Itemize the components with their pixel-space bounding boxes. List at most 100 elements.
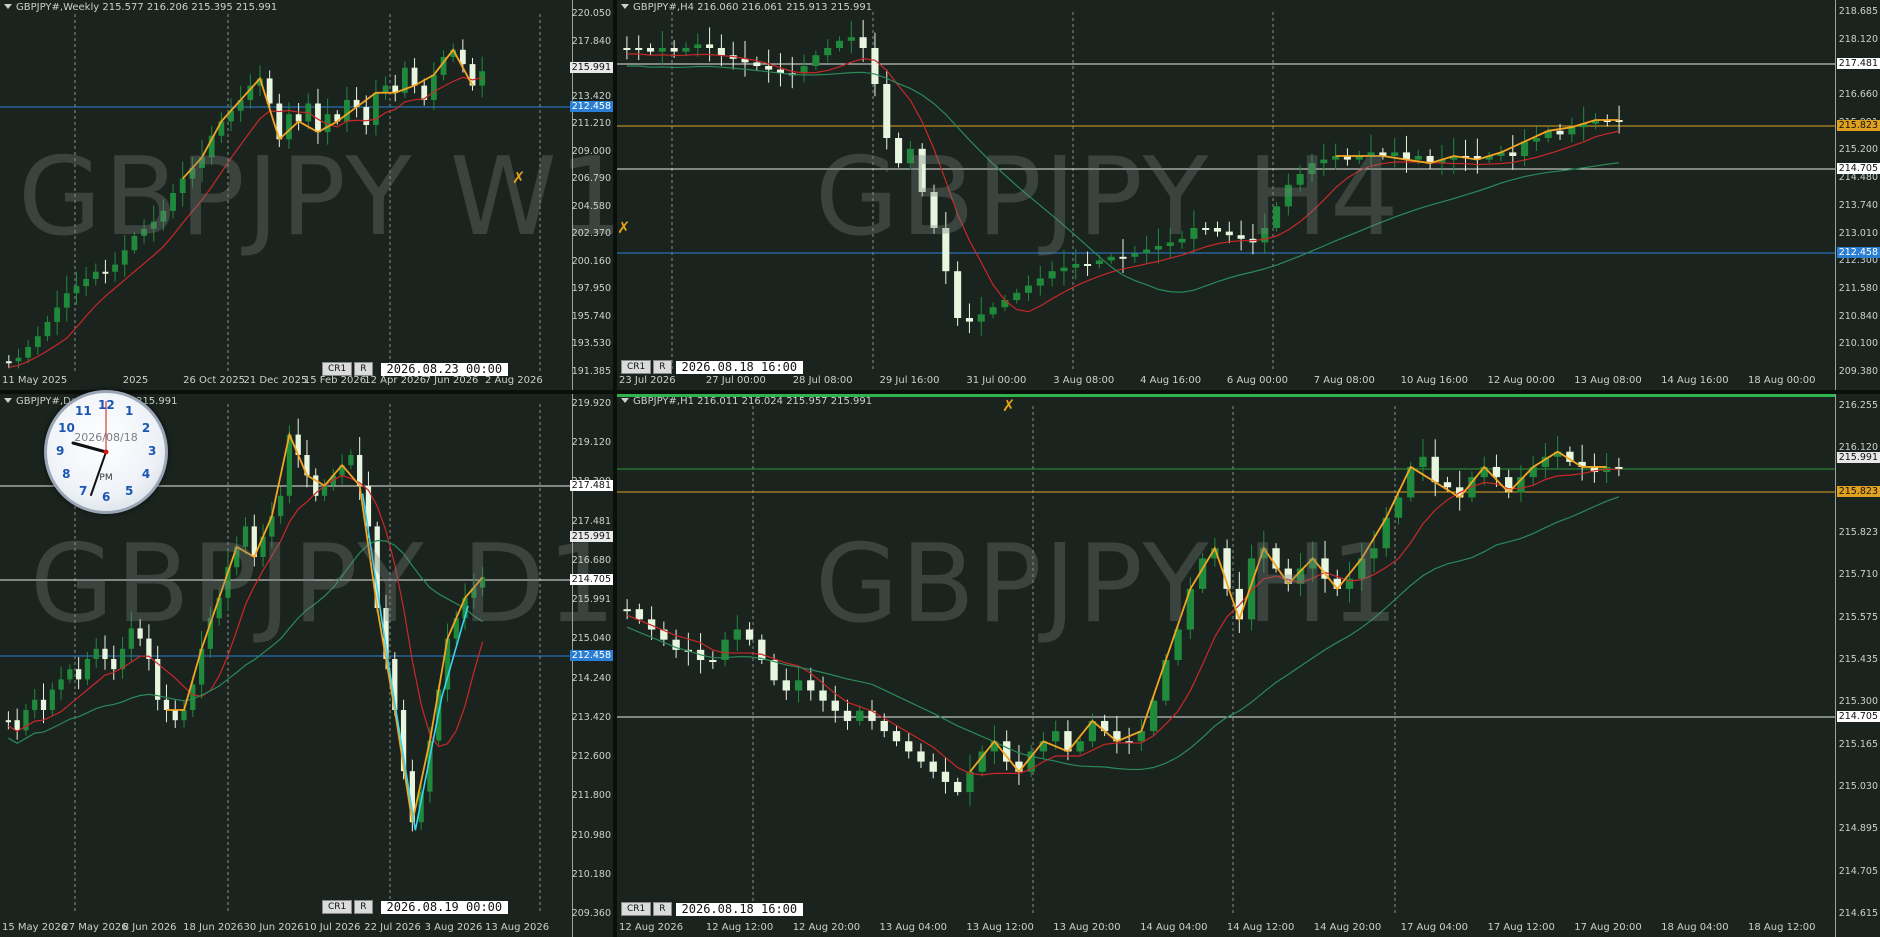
candle xyxy=(1202,228,1210,230)
chart-panel-h1[interactable]: GBPJPY H1 GBPJPY#,H1 216.011 216.024 215… xyxy=(617,394,1880,937)
time-label: 18 Aug 04:00 xyxy=(1661,922,1729,933)
candle xyxy=(1509,152,1517,156)
candle xyxy=(344,99,350,122)
chart-canvas-h4[interactable] xyxy=(617,0,1880,390)
date-label-w1[interactable]: 2026.08.23 00:00 xyxy=(380,362,509,376)
candle xyxy=(5,361,12,364)
price-label: 210.180 xyxy=(571,868,611,880)
r-button[interactable]: R xyxy=(653,360,672,374)
chart-panel-h4[interactable]: GBPJPY H4 GBPJPY#,H4 216.060 216.061 215… xyxy=(617,0,1880,390)
candle xyxy=(459,49,466,65)
moving-average-red xyxy=(8,76,483,368)
candle xyxy=(121,250,128,265)
time-label: 31 Jul 00:00 xyxy=(966,375,1027,386)
date-label-d1[interactable]: 2026.08.19 00:00 xyxy=(380,900,509,914)
price-tag-current: 215.991 xyxy=(569,531,613,542)
candle xyxy=(92,271,99,279)
candle xyxy=(1024,285,1033,293)
candle xyxy=(1131,253,1139,257)
time-label: 17 Aug 12:00 xyxy=(1487,922,1555,933)
candle xyxy=(102,648,108,659)
candle xyxy=(843,710,852,721)
candle xyxy=(966,771,974,793)
candle xyxy=(819,690,827,701)
candle xyxy=(172,710,178,721)
time-label: 15 May 2026 xyxy=(2,922,68,933)
candle xyxy=(623,48,631,50)
candle xyxy=(54,307,61,322)
candle xyxy=(73,286,80,294)
r-button[interactable]: R xyxy=(653,902,672,916)
candle xyxy=(1296,174,1304,185)
time-label: 12 Aug 20:00 xyxy=(792,922,861,933)
moving-average-red xyxy=(8,474,484,748)
cr1-button[interactable]: CR1 xyxy=(621,902,652,916)
price-label: 214.240 xyxy=(571,672,611,684)
price-label: 191.385 xyxy=(571,366,611,377)
candle xyxy=(1284,184,1292,207)
chart-controls-d1: CR1 R 2026.08.19 00:00 xyxy=(322,900,509,914)
candle xyxy=(1333,578,1341,589)
candle xyxy=(1190,228,1198,239)
candle xyxy=(942,228,950,272)
candle xyxy=(1143,249,1151,254)
candle xyxy=(411,67,418,86)
date-label-h1[interactable]: 2026.08.18 16:00 xyxy=(675,902,804,916)
candle xyxy=(1213,228,1222,232)
candle xyxy=(794,680,803,691)
candle xyxy=(1048,271,1056,279)
chart-controls-w1: CR1 R 2026.08.23 00:00 xyxy=(322,362,509,376)
price-axis-d1[interactable] xyxy=(572,394,613,937)
date-label-h4[interactable]: 2026.08.18 16:00 xyxy=(675,360,804,374)
price-label: 219.120 xyxy=(571,437,611,449)
candle xyxy=(1370,548,1378,559)
candle xyxy=(1119,256,1127,259)
time-label: 7 Aug 08:00 xyxy=(1313,375,1375,386)
time-label: 13 Aug 2026 xyxy=(485,922,550,933)
time-label: 30 Jun 2026 xyxy=(243,922,304,933)
candle xyxy=(1166,242,1174,246)
time-label: 23 Jul 2026 xyxy=(619,375,676,386)
chart-panel-w1[interactable]: GBPJPY W1 GBPJPY#,Weekly 215.577 216.206… xyxy=(0,0,613,390)
price-tag-blue: 212.458 xyxy=(1836,247,1880,258)
time-label: 6 Aug 00:00 xyxy=(1226,375,1288,386)
candle xyxy=(1095,260,1103,264)
cr1-button[interactable]: CR1 xyxy=(322,362,353,376)
cr1-button[interactable]: CR1 xyxy=(322,900,353,914)
candle xyxy=(363,107,370,125)
time-label: 13 Aug 08:00 xyxy=(1574,375,1642,386)
candle xyxy=(917,751,925,762)
r-button[interactable]: R xyxy=(354,900,373,914)
crosshair-tool-icon: ✗ xyxy=(512,168,526,187)
time-label: 14 Aug 04:00 xyxy=(1140,922,1208,933)
candle xyxy=(694,44,702,48)
candle xyxy=(856,710,864,721)
time-label: 12 Aug 00:00 xyxy=(1487,375,1555,386)
candle xyxy=(1178,238,1186,243)
candle xyxy=(892,731,901,742)
cr1-button[interactable]: CR1 xyxy=(621,360,652,374)
candle xyxy=(141,228,147,236)
candle xyxy=(782,680,790,691)
candle xyxy=(1419,456,1427,467)
time-label: 7 Jun 2026 xyxy=(424,375,479,386)
time-label: 3 Aug 2026 xyxy=(424,922,483,933)
price-label: 216.660 xyxy=(1838,89,1878,101)
price-label: 213.740 xyxy=(1838,199,1878,211)
analog-clock-widget[interactable]: 2026/08/18 PM 12 1 2 3 4 5 6 7 8 9 10 11 xyxy=(44,390,168,514)
r-button[interactable]: R xyxy=(354,362,373,376)
chart-canvas-h1[interactable] xyxy=(617,394,1880,937)
price-axis-w1[interactable] xyxy=(572,0,613,390)
candle xyxy=(880,720,888,732)
candle xyxy=(977,314,985,322)
crosshair-tool-icon: ✗ xyxy=(1002,396,1016,415)
time-label: 2025 xyxy=(122,375,149,386)
chart-canvas-w1[interactable] xyxy=(0,0,613,390)
price-label: 209.380 xyxy=(1838,366,1878,377)
price-label: 215.040 xyxy=(571,633,611,645)
time-label: 18 Jun 2026 xyxy=(183,922,244,933)
candle xyxy=(770,660,778,681)
price-axis-h1[interactable] xyxy=(1835,394,1880,937)
candle xyxy=(745,629,754,640)
price-label: 213.420 xyxy=(571,90,611,102)
